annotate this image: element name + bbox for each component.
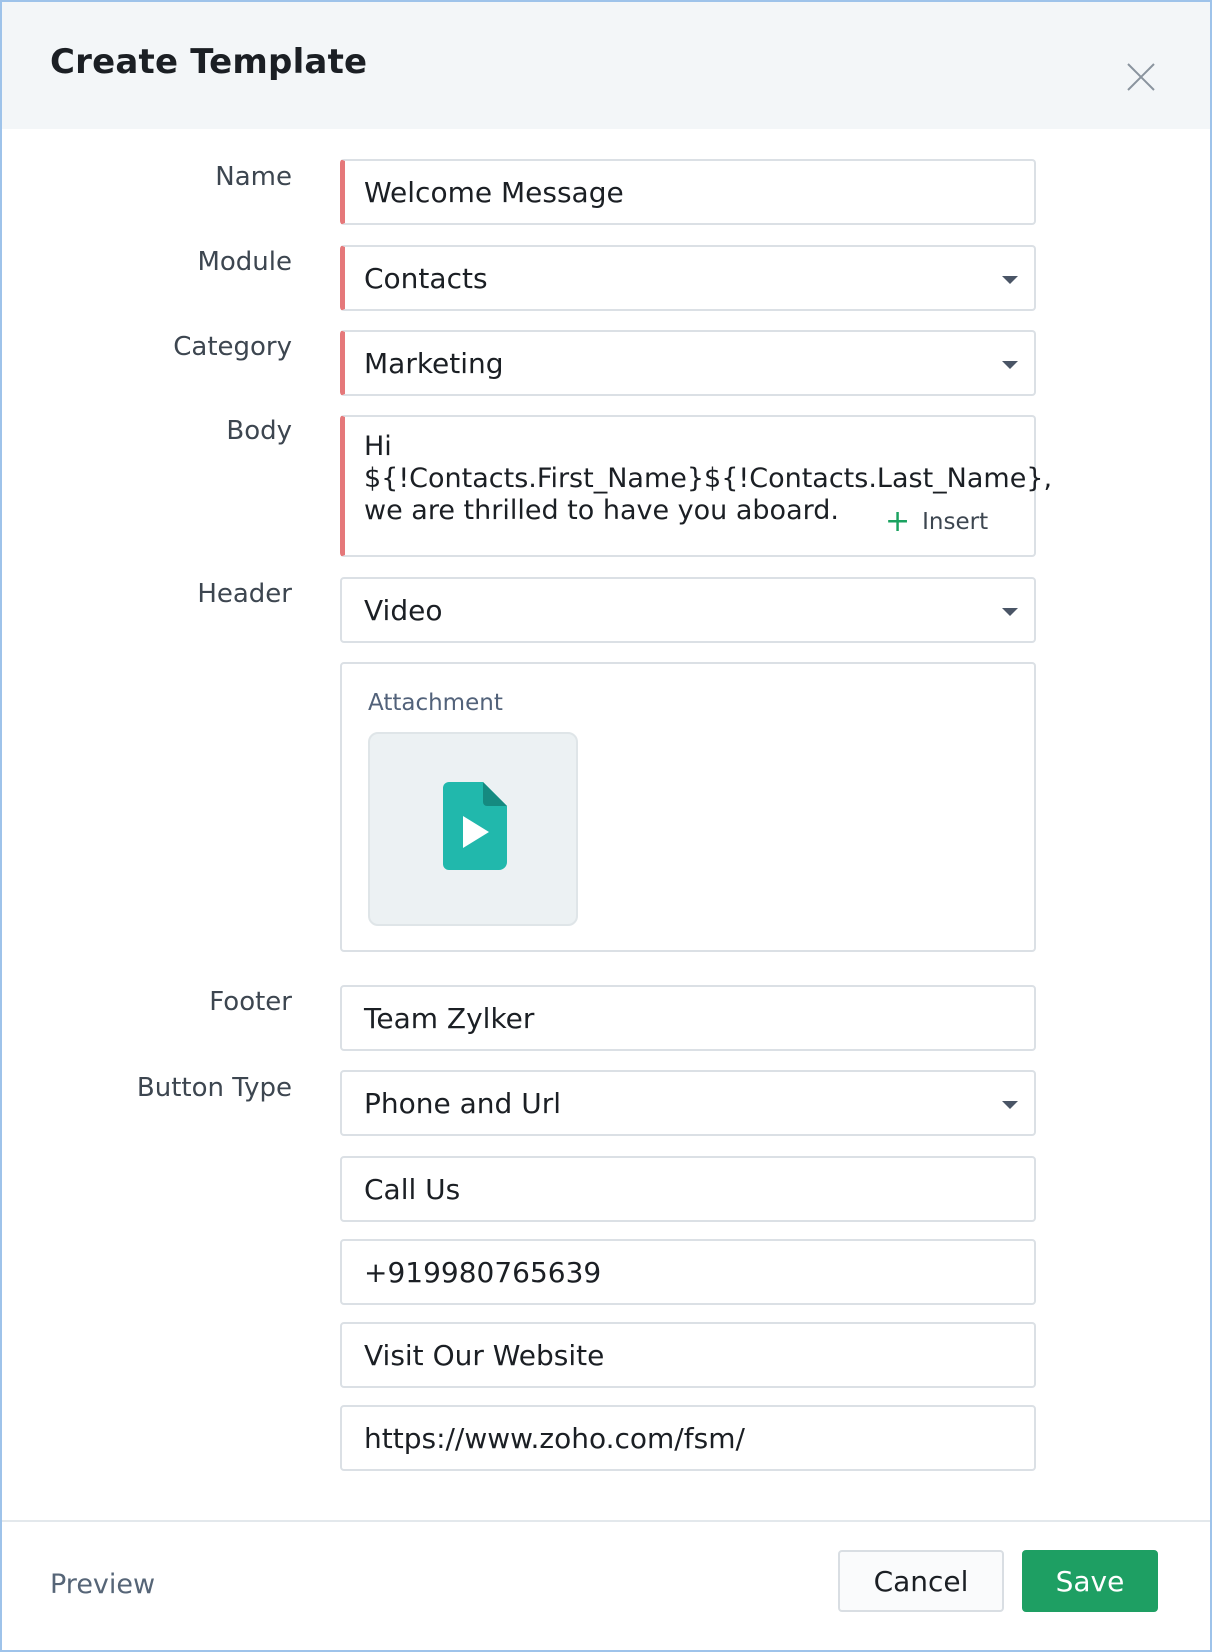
close-button[interactable] <box>1122 58 1160 96</box>
header-select[interactable]: Video <box>340 577 1036 643</box>
create-template-dialog: Create Template Name Welcome Message Mod… <box>0 0 1212 1652</box>
chevron-down-icon <box>1002 361 1018 369</box>
insert-label: Insert <box>922 509 989 535</box>
body-textarea[interactable]: Hi ${!Contacts.First_Name}${!Contacts.La… <box>340 415 1052 557</box>
attachment-thumbnail[interactable] <box>368 732 578 926</box>
divider <box>2 1520 1210 1522</box>
body-line: Hi <box>364 431 392 462</box>
name-field[interactable]: Welcome Message <box>340 159 1036 225</box>
call-button-text-field[interactable]: Call Us <box>340 1156 1036 1222</box>
footer-value: Team Zylker <box>364 1002 535 1035</box>
category-label: Category <box>173 332 292 362</box>
footer-label: Footer <box>209 987 292 1017</box>
video-file-icon <box>443 782 507 870</box>
chevron-down-icon <box>1002 608 1018 616</box>
dialog-title: Create Template <box>50 42 368 82</box>
dialog-header: Create Template <box>2 2 1210 129</box>
name-value: Welcome Message <box>364 176 624 209</box>
insert-button[interactable]: + Insert <box>885 504 989 539</box>
button-type-select[interactable]: Phone and Url <box>340 1070 1036 1136</box>
url-button-text-value: Visit Our Website <box>364 1339 605 1372</box>
footer-field[interactable]: Team Zylker <box>340 985 1036 1051</box>
chevron-down-icon <box>1002 1101 1018 1109</box>
category-select[interactable]: Marketing <box>340 330 1036 396</box>
button-type-value: Phone and Url <box>364 1087 561 1120</box>
close-icon <box>1127 63 1155 91</box>
module-value: Contacts <box>364 262 488 295</box>
url-field[interactable]: https://www.zoho.com/fsm/ <box>340 1405 1036 1471</box>
chevron-down-icon <box>1002 276 1018 284</box>
attachment-box: Attachment <box>340 662 1036 952</box>
module-label: Module <box>197 247 292 277</box>
category-value: Marketing <box>364 347 504 380</box>
phone-number-field[interactable]: +919980765639 <box>340 1239 1036 1305</box>
name-label: Name <box>215 162 292 192</box>
save-button[interactable]: Save <box>1022 1550 1158 1612</box>
header-label: Header <box>197 579 292 609</box>
header-value: Video <box>364 594 443 627</box>
attachment-label: Attachment <box>368 690 503 716</box>
button-type-label: Button Type <box>136 1073 292 1103</box>
phone-number-value: +919980765639 <box>364 1256 602 1289</box>
module-select[interactable]: Contacts <box>340 245 1036 311</box>
url-value: https://www.zoho.com/fsm/ <box>364 1422 745 1455</box>
call-button-text-value: Call Us <box>364 1173 461 1206</box>
url-button-text-field[interactable]: Visit Our Website <box>340 1322 1036 1388</box>
body-label: Body <box>226 416 292 446</box>
body-line: ${!Contacts.First_Name}${!Contacts.Last_… <box>364 463 1053 494</box>
preview-link[interactable]: Preview <box>50 1569 155 1600</box>
plus-icon: + <box>885 504 911 539</box>
cancel-button[interactable]: Cancel <box>838 1550 1004 1612</box>
